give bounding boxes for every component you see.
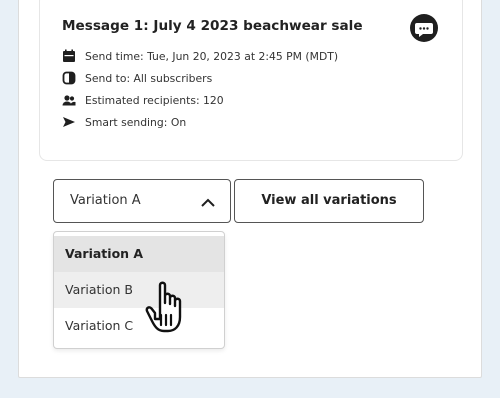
send-to-text: Send to: All subscribers <box>85 71 213 85</box>
variation-select[interactable]: Variation A <box>53 179 231 223</box>
send-to-row: Send to: All subscribers <box>62 70 212 86</box>
view-all-variations-button[interactable]: View all variations <box>234 179 424 223</box>
pointer-hand-cursor-icon <box>144 279 196 339</box>
variation-select-value: Variation A <box>70 193 141 208</box>
calendar-icon <box>62 49 76 63</box>
smart-sending-row: Smart sending: On <box>62 114 186 130</box>
campaign-panel: Message 1: July 4 2023 beachwear sale Se… <box>18 0 482 378</box>
variation-dropdown-menu: Variation A Variation B Variation C <box>53 231 225 349</box>
recipients-text: Estimated recipients: 120 <box>85 93 224 107</box>
chevron-up-icon <box>200 195 216 209</box>
page: Message 1: July 4 2023 beachwear sale Se… <box>0 0 500 398</box>
send-icon <box>62 115 76 129</box>
option-variation-a[interactable]: Variation A <box>54 236 224 272</box>
send-time-text: Send time: Tue, Jun 20, 2023 at 2:45 PM … <box>85 49 339 63</box>
chat-bubble-icon[interactable] <box>410 14 438 42</box>
send-time-row: Send time: Tue, Jun 20, 2023 at 2:45 PM … <box>62 48 338 64</box>
people-icon <box>62 93 76 107</box>
recipients-row: Estimated recipients: 120 <box>62 92 224 108</box>
option-variation-b[interactable]: Variation B <box>54 272 224 308</box>
message-card: Message 1: July 4 2023 beachwear sale Se… <box>39 0 463 161</box>
smart-sending-text: Smart sending: On <box>85 115 187 129</box>
message-title: Message 1: July 4 2023 beachwear sale <box>62 18 363 34</box>
option-variation-c[interactable]: Variation C <box>54 308 224 344</box>
contrast-icon <box>62 71 76 85</box>
